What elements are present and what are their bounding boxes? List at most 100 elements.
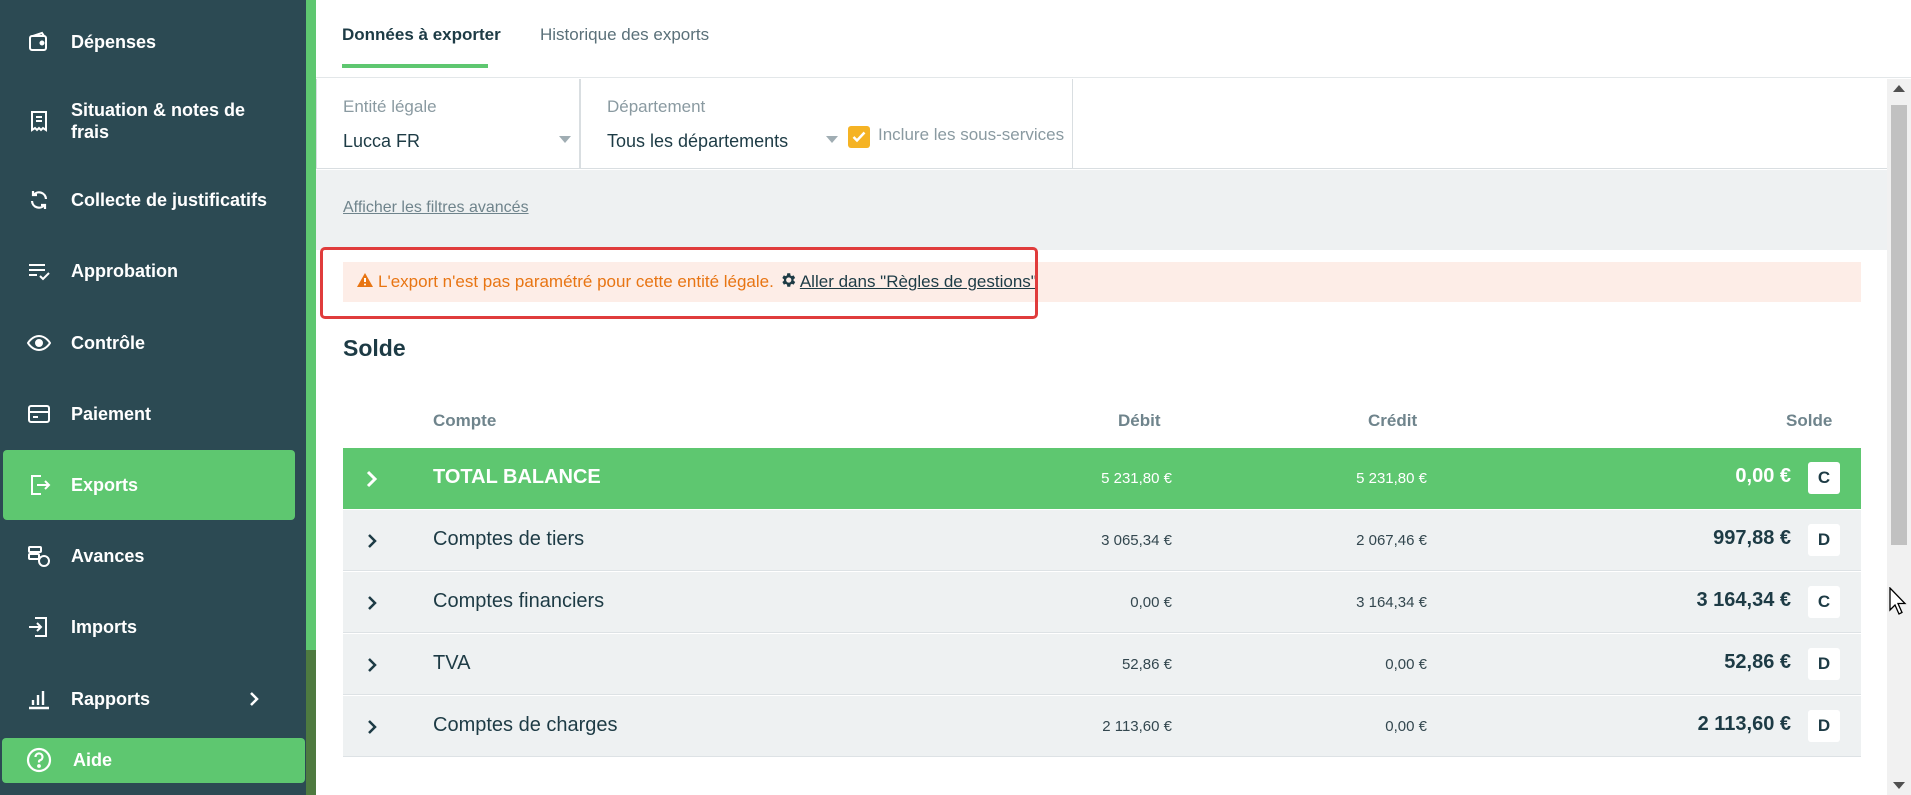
sidebar-item-controle[interactable]: Contrôle [0, 308, 296, 378]
row-balance-badge: D [1808, 648, 1840, 680]
chevron-right-icon[interactable] [365, 655, 379, 680]
sidebar-item-paiement[interactable]: Paiement [0, 379, 296, 449]
sync-icon [26, 187, 52, 213]
section-title: Solde [343, 335, 406, 361]
active-tab-indicator [342, 64, 488, 68]
sidebar-item-avances[interactable]: Avances [0, 521, 296, 591]
bar-chart-icon [26, 686, 52, 712]
column-header-account: Compte [433, 411, 497, 430]
sidebar-item-label: Avances [71, 546, 145, 566]
department-label: Département [607, 97, 706, 116]
sidebar-item-label: Rapports [71, 689, 151, 709]
sidebar-item-label: Situation & notes de frais [71, 100, 246, 142]
entity-value: Lucca FR [343, 131, 421, 151]
chevron-right-icon [248, 690, 260, 713]
row-debit: 2 113,60 € [1102, 718, 1172, 735]
row-account-name: Comptes financiers [433, 590, 605, 612]
sidebar: Dépenses Situation & notes de frais Coll… [0, 0, 306, 795]
export-icon [26, 472, 52, 498]
row-debit: 5 231,80 € [1101, 470, 1172, 487]
scroll-up-arrow-icon[interactable] [1893, 85, 1905, 92]
help-icon [26, 747, 52, 778]
rules-link[interactable]: Aller dans "Règles de gestions" [779, 271, 1037, 294]
eye-icon [26, 330, 52, 356]
table-row[interactable]: Comptes de tiers 3 065,34 € 2 067,46 € 9… [343, 510, 1861, 571]
table-row[interactable]: TVA 52,86 € 0,00 € 52,86 € D [343, 634, 1861, 695]
sidebar-item-collecte[interactable]: Collecte de justificatifs [0, 165, 296, 235]
row-credit: 5 231,80 € [1356, 470, 1427, 487]
column-header-balance: Solde [1786, 411, 1833, 430]
tab-donnees-a-exporter[interactable]: Données à exporter [342, 25, 501, 45]
sidebar-item-rapports[interactable]: Rapports [0, 664, 296, 734]
sidebar-item-label: Imports [71, 617, 138, 637]
entity-label: Entité légale [343, 97, 437, 116]
sidebar-help-button[interactable]: Aide [2, 738, 305, 783]
row-balance: 997,88 € [1713, 527, 1791, 549]
sidebar-help-label: Aide [73, 750, 113, 770]
row-account-name: Comptes de tiers [433, 528, 585, 550]
include-subservices-label: Inclure les sous-services [878, 125, 1065, 144]
tabs-bar: Données à exporter Historique des export… [316, 0, 1911, 78]
mouse-cursor-icon [1889, 586, 1907, 620]
include-subservices-checkbox[interactable] [848, 126, 870, 148]
row-debit: 52,86 € [1121, 656, 1172, 673]
column-header-credit: Crédit [1368, 411, 1418, 430]
sidebar-item-depenses[interactable]: Dépenses [0, 7, 296, 77]
sidebar-item-label: Contrôle [71, 333, 145, 353]
row-account-name: TOTAL BALANCE [433, 466, 601, 488]
row-credit: 2 067,46 € [1356, 532, 1427, 549]
entity-select[interactable]: Entité légale Lucca FR [316, 79, 580, 169]
row-balance-badge: C [1808, 586, 1840, 618]
rules-link-text: Aller dans "Règles de gestions" [799, 272, 1037, 291]
chevron-right-icon[interactable] [365, 717, 379, 742]
table-row-total[interactable]: TOTAL BALANCE 5 231,80 € 5 231,80 € 0,00… [343, 448, 1861, 509]
column-header-debit: Débit [1118, 411, 1161, 430]
sidebar-item-label: Approbation [71, 261, 178, 281]
receipt-icon [26, 108, 52, 134]
row-balance: 52,86 € [1724, 651, 1791, 673]
checklist-icon [26, 258, 52, 284]
table-row[interactable]: Comptes financiers 0,00 € 3 164,34 € 3 1… [343, 572, 1861, 633]
warning-banner: L'export n'est pas paramétré pour cette … [343, 262, 1861, 302]
row-account-name: Comptes de charges [433, 714, 618, 736]
row-balance-badge: D [1808, 524, 1840, 556]
sidebar-item-label: Paiement [71, 404, 152, 424]
advanced-filters-link[interactable]: Afficher les filtres avancés [343, 199, 529, 217]
row-credit: 0,00 € [1385, 718, 1427, 735]
filters-bar: Entité légale Lucca FR Département Tous … [316, 79, 1887, 169]
scroll-down-arrow-icon[interactable] [1893, 782, 1905, 789]
sidebar-item-label: Exports [71, 475, 139, 495]
gear-icon [779, 271, 797, 294]
row-credit: 3 164,34 € [1356, 594, 1427, 611]
wallet-icon [26, 29, 52, 55]
chevron-down-icon [559, 136, 571, 143]
chevron-right-icon[interactable] [365, 531, 379, 556]
coins-icon [26, 543, 52, 569]
sidebar-item-approbation[interactable]: Approbation [0, 236, 296, 306]
scroll-thumb[interactable] [1891, 105, 1907, 545]
table-row[interactable]: Comptes de charges 2 113,60 € 0,00 € 2 1… [343, 696, 1861, 757]
row-balance-badge: C [1808, 462, 1840, 494]
row-balance: 2 113,60 € [1697, 713, 1791, 735]
sidebar-item-label: Dépenses [71, 32, 157, 52]
sidebar-item-imports[interactable]: Imports [0, 592, 296, 662]
chevron-right-icon[interactable] [365, 593, 379, 618]
credit-card-icon [26, 401, 52, 427]
warning-text: L'export n'est pas paramétré pour cette … [378, 272, 774, 291]
chevron-right-icon[interactable] [365, 469, 379, 494]
row-balance-badge: D [1808, 710, 1840, 742]
row-balance: 3 164,34 € [1696, 589, 1791, 611]
department-value: Tous les départements [607, 131, 789, 151]
sidebar-item-exports[interactable]: Exports [3, 450, 295, 520]
row-debit: 3 065,34 € [1101, 532, 1172, 549]
row-debit: 0,00 € [1130, 594, 1172, 611]
tab-historique-des-exports[interactable]: Historique des exports [540, 25, 709, 45]
sidebar-item-situation[interactable]: Situation & notes de frais [0, 86, 296, 156]
chevron-down-icon [826, 136, 838, 143]
main-scrollbar[interactable] [1887, 79, 1911, 795]
department-select[interactable]: Département Tous les départements Inclur… [580, 79, 1073, 169]
row-account-name: TVA [433, 652, 471, 674]
warning-icon [356, 272, 374, 293]
sidebar-scroll-accent [306, 0, 316, 650]
row-balance: 0,00 € [1735, 465, 1791, 487]
